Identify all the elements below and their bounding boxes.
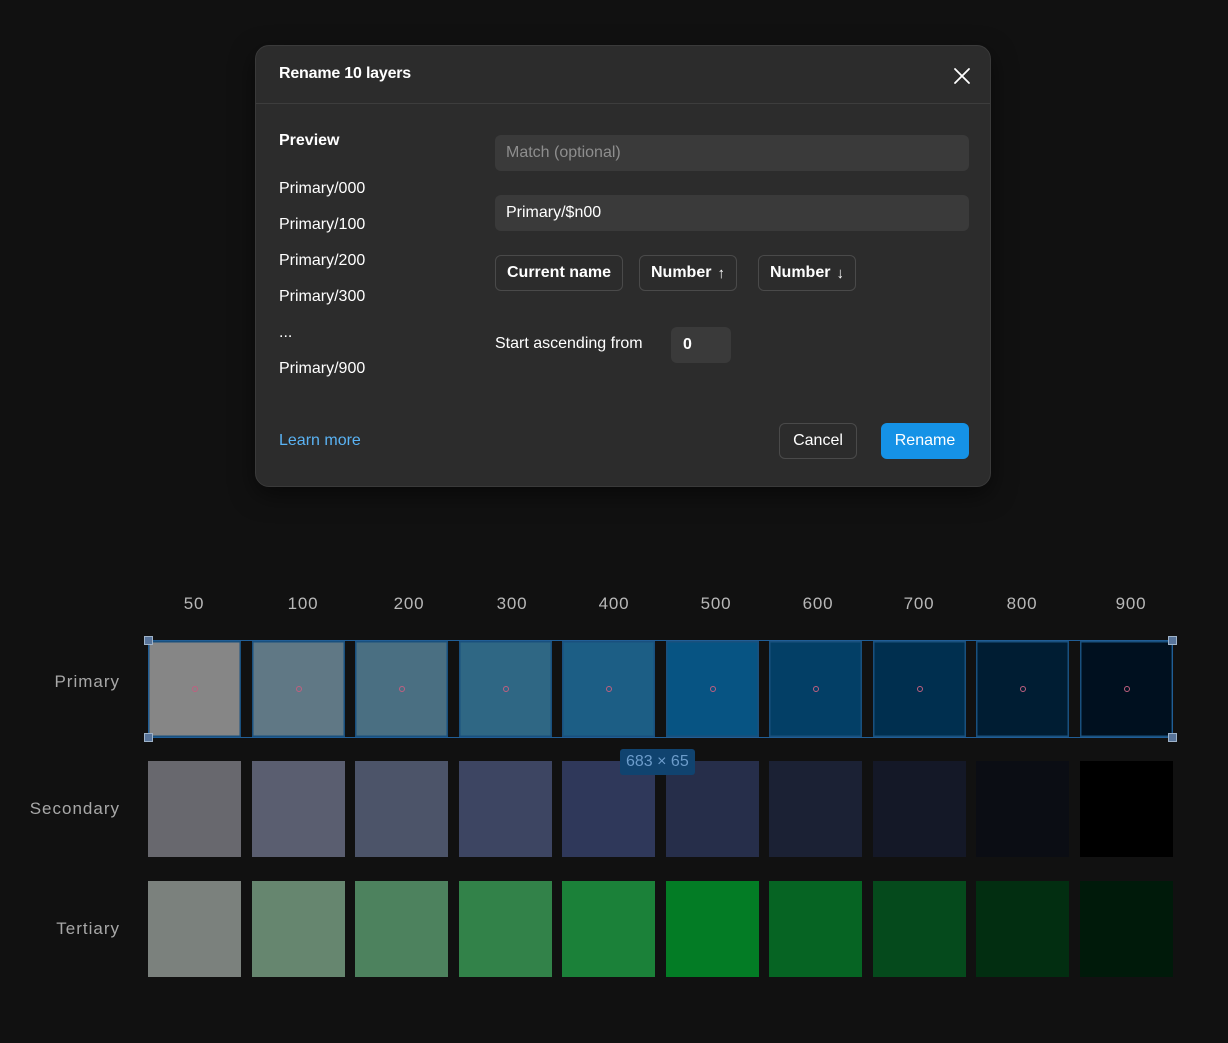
match-input[interactable] bbox=[495, 135, 969, 171]
learn-more-link[interactable]: Learn more bbox=[279, 432, 361, 450]
color-swatch[interactable] bbox=[252, 761, 345, 857]
close-icon bbox=[954, 68, 970, 84]
color-swatch[interactable] bbox=[976, 881, 1069, 977]
resize-handle-bottom-right[interactable] bbox=[1168, 733, 1177, 742]
row-label: Tertiary bbox=[56, 919, 120, 938]
close-button[interactable] bbox=[948, 62, 976, 90]
cancel-button[interactable]: Cancel bbox=[779, 423, 857, 459]
swatch-center-dot-icon bbox=[398, 686, 405, 692]
column-label: 100 bbox=[287, 594, 319, 613]
resize-handle-top-left[interactable] bbox=[144, 636, 153, 645]
color-swatch[interactable] bbox=[148, 641, 241, 737]
rename-button[interactable]: Rename bbox=[881, 423, 969, 459]
chip-label: Number bbox=[651, 264, 712, 281]
chip-label: Number bbox=[770, 264, 831, 281]
color-swatch[interactable] bbox=[355, 761, 448, 857]
column-label: 600 bbox=[802, 594, 834, 613]
column-label: 500 bbox=[700, 594, 732, 613]
color-swatch[interactable] bbox=[873, 761, 966, 857]
color-swatch[interactable] bbox=[252, 881, 345, 977]
color-swatch[interactable] bbox=[873, 641, 966, 737]
chip-label: Current name bbox=[507, 264, 612, 281]
row-label: Secondary bbox=[29, 799, 120, 818]
preview-item: Primary/300 bbox=[279, 288, 366, 305]
swatch-center-dot-icon bbox=[709, 686, 716, 692]
swatch-center-dot-icon bbox=[812, 686, 819, 692]
swatch-center-dot-icon bbox=[605, 686, 612, 692]
swatch-center-dot-icon bbox=[191, 686, 198, 692]
preview-ellipsis: ... bbox=[279, 324, 293, 341]
resize-handle-bottom-left[interactable] bbox=[144, 733, 153, 742]
color-swatch[interactable] bbox=[355, 881, 448, 977]
column-label: 800 bbox=[1006, 594, 1038, 613]
color-swatch[interactable] bbox=[666, 641, 759, 737]
column-label: 50 bbox=[183, 594, 205, 613]
column-label: 700 bbox=[903, 594, 935, 613]
resize-handle-top-right[interactable] bbox=[1168, 636, 1177, 645]
color-swatch[interactable] bbox=[148, 881, 241, 977]
swatch-center-dot-icon bbox=[502, 686, 509, 692]
color-swatch[interactable] bbox=[769, 641, 862, 737]
swatch-center-dot-icon bbox=[916, 686, 923, 692]
swatch-center-dot-icon bbox=[295, 686, 302, 692]
column-label: 200 bbox=[393, 594, 425, 613]
column-label: 900 bbox=[1115, 594, 1147, 613]
color-swatch[interactable] bbox=[873, 881, 966, 977]
color-swatch[interactable] bbox=[769, 881, 862, 977]
color-swatch[interactable] bbox=[769, 761, 862, 857]
preview-item: Primary/900 bbox=[279, 360, 366, 377]
dialog-header: Rename 10 layers bbox=[256, 46, 990, 104]
column-label: 400 bbox=[598, 594, 630, 613]
color-swatch[interactable] bbox=[459, 641, 552, 737]
number-ascending-chip[interactable]: Number ↑ bbox=[639, 255, 737, 291]
color-swatch[interactable] bbox=[1080, 761, 1173, 857]
dialog-title: Rename 10 layers bbox=[279, 65, 412, 82]
preview-item: Primary/000 bbox=[279, 180, 366, 197]
start-ascending-label: Start ascending from bbox=[495, 335, 643, 352]
rename-pattern-input[interactable] bbox=[495, 195, 969, 231]
color-swatch[interactable] bbox=[562, 761, 655, 857]
preview-list: Primary/000 Primary/100 Primary/200 Prim… bbox=[279, 179, 365, 395]
swatch-center-dot-icon bbox=[1123, 686, 1130, 692]
number-descending-chip[interactable]: Number ↓ bbox=[758, 255, 856, 291]
color-swatch[interactable] bbox=[459, 881, 552, 977]
color-swatch[interactable] bbox=[459, 761, 552, 857]
arrow-down-icon: ↓ bbox=[836, 264, 844, 282]
current-name-chip[interactable]: Current name bbox=[495, 255, 624, 291]
preview-item: Primary/100 bbox=[279, 216, 366, 233]
column-label: 300 bbox=[496, 594, 528, 613]
color-swatch[interactable] bbox=[562, 881, 655, 977]
color-swatch[interactable] bbox=[1080, 881, 1173, 977]
arrow-up-icon: ↑ bbox=[717, 264, 725, 282]
preview-title: Preview bbox=[279, 132, 340, 149]
start-ascending-input[interactable]: 0 bbox=[671, 327, 731, 363]
rename-dialog: Rename 10 layers Preview Primary/000 Pri… bbox=[255, 45, 991, 487]
color-swatch[interactable] bbox=[976, 761, 1069, 857]
selection-size-badge: 683 × 65 bbox=[620, 749, 695, 775]
row-label: Primary bbox=[54, 672, 120, 691]
color-swatch[interactable] bbox=[666, 761, 759, 857]
color-swatch[interactable] bbox=[562, 641, 655, 737]
color-swatch[interactable] bbox=[1080, 641, 1173, 737]
color-swatch[interactable] bbox=[666, 881, 759, 977]
swatch-center-dot-icon bbox=[1019, 686, 1026, 692]
color-swatch[interactable] bbox=[148, 761, 241, 857]
preview-item: Primary/200 bbox=[279, 252, 366, 269]
color-swatch[interactable] bbox=[976, 641, 1069, 737]
color-swatch[interactable] bbox=[355, 641, 448, 737]
color-swatch[interactable] bbox=[252, 641, 345, 737]
